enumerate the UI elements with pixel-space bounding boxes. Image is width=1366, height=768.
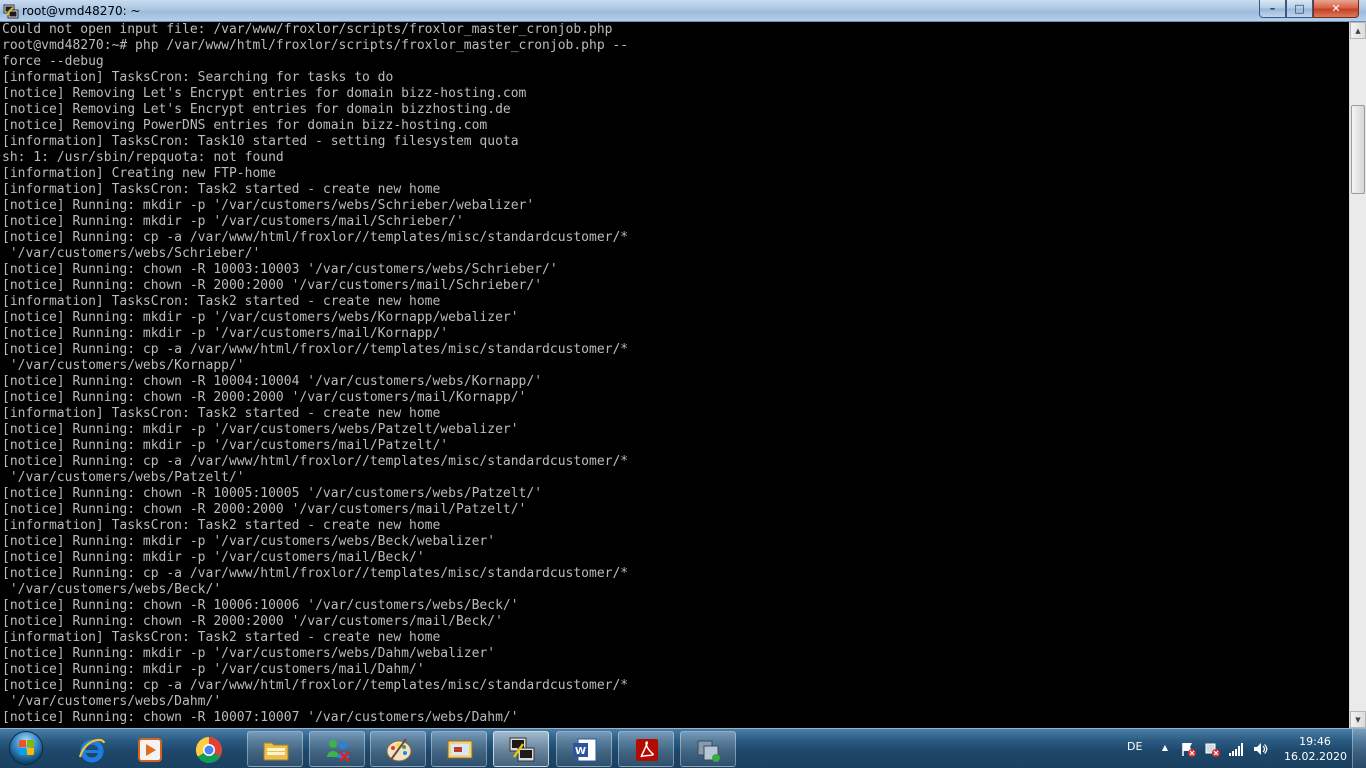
taskbar-chrome[interactable] [180, 731, 236, 767]
close-button[interactable]: ✕ [1313, 0, 1359, 18]
presentation-icon [447, 740, 473, 759]
taskbar-word[interactable]: W [556, 731, 612, 767]
terminal-line: [notice] Removing PowerDNS entries for d… [2, 118, 488, 133]
taskbar-putty[interactable] [493, 731, 549, 767]
terminal-line: [notice] Running: chown -R 10005:10005 '… [2, 486, 543, 501]
terminal-line: [notice] Removing Let's Encrypt entries … [2, 86, 527, 101]
chrome-icon [195, 736, 223, 764]
terminal-line: [notice] Running: chown -R 2000:2000 '/v… [2, 278, 543, 293]
terminal-line: [information] TasksCron: Task2 started -… [2, 518, 441, 533]
terminal-line: [notice] Running: chown -R 10006:10006 '… [2, 598, 519, 613]
terminal-line: [notice] Running: mkdir -p '/var/custome… [2, 438, 449, 453]
taskbar: W DE ▲ 19:46 16.02.2020 [0, 728, 1366, 768]
terminal-line: '/var/customers/webs/Schrieber/' [2, 246, 261, 261]
putty-icon [509, 737, 535, 762]
terminal-line: [information] Creating new FTP-home [2, 166, 276, 181]
terminal-line: [notice] Running: chown -R 10003:10003 '… [2, 262, 558, 277]
svg-text:W: W [575, 746, 586, 757]
terminal-line: force --debug [2, 54, 104, 69]
terminal-line: [notice] Running: mkdir -p '/var/custome… [2, 198, 535, 213]
terminal-line: root@vmd48270:~# php /var/www/html/froxl… [2, 38, 629, 53]
folder-icon [263, 742, 289, 761]
acrobat-icon [636, 739, 658, 761]
paint-palette-icon [386, 738, 412, 762]
window-title: root@vmd48270: ~ [22, 4, 141, 18]
terminal-window: root@vmd48270: ~ – □ ✕ Could not open in… [0, 0, 1366, 728]
terminal-line: sh: 1: /usr/sbin/repquota: not found [2, 150, 284, 165]
remote-app-icon [697, 740, 720, 762]
maximize-button[interactable]: □ [1286, 0, 1313, 18]
terminal-line: [information] TasksCron: Task2 started -… [2, 182, 441, 197]
terminal-line: [notice] Removing Let's Encrypt entries … [2, 102, 511, 117]
taskbar-paint[interactable] [370, 731, 426, 767]
terminal-line: [information] TasksCron: Task2 started -… [2, 406, 441, 421]
terminal-line: [notice] Running: cp -a /var/www/html/fr… [2, 678, 629, 693]
terminal-line: [notice] Running: cp -a /var/www/html/fr… [2, 566, 629, 581]
terminal-line: [information] TasksCron: Searching for t… [2, 70, 394, 85]
windows-logo-icon [9, 731, 43, 765]
terminal-line: [notice] Running: mkdir -p '/var/custome… [2, 422, 519, 437]
network-people-icon [327, 740, 350, 762]
action-center-flag-icon[interactable] [1180, 741, 1196, 757]
language-indicator[interactable]: DE [1127, 740, 1142, 753]
taskbar-internet-explorer[interactable] [63, 731, 119, 767]
terminal-line: '/var/customers/webs/Beck/' [2, 582, 222, 597]
terminal-line: [notice] Running: mkdir -p '/var/custome… [2, 534, 496, 549]
taskbar-acrobat[interactable] [618, 731, 674, 767]
show-desktop-button[interactable] [1352, 729, 1366, 768]
ie-icon [78, 738, 106, 763]
terminal-line: [notice] Running: cp -a /var/www/html/fr… [2, 230, 629, 245]
terminal-line: [information] TasksCron: Task2 started -… [2, 294, 441, 309]
start-button[interactable] [5, 730, 49, 768]
terminal-line: [notice] Running: mkdir -p '/var/custome… [2, 550, 425, 565]
media-player-icon [138, 738, 162, 762]
taskbar-presentation-app[interactable] [431, 731, 487, 767]
network-alert-icon[interactable] [1204, 741, 1220, 757]
title-bar[interactable]: root@vmd48270: ~ – □ ✕ [0, 0, 1366, 22]
terminal-line: [notice] Running: mkdir -p '/var/custome… [2, 310, 519, 325]
scroll-down-arrow-icon[interactable]: ▼ [1350, 711, 1366, 728]
terminal-line: '/var/customers/webs/Dahm/' [2, 694, 222, 709]
system-tray: DE ▲ 19:46 16.02.2020 [1120, 729, 1366, 768]
terminal-line: [information] TasksCron: Task2 started -… [2, 630, 441, 645]
terminal-line: [notice] Running: mkdir -p '/var/custome… [2, 214, 464, 229]
terminal-line: [notice] Running: chown -R 2000:2000 '/v… [2, 390, 527, 405]
minimize-button[interactable]: – [1259, 0, 1286, 18]
terminal-line: [notice] Running: chown -R 2000:2000 '/v… [2, 614, 503, 629]
terminal-line: [notice] Running: mkdir -p '/var/custome… [2, 326, 449, 341]
terminal-lines: Could not open input file: /var/www/frox… [0, 22, 1349, 726]
terminal-line: [notice] Running: chown -R 10004:10004 '… [2, 374, 543, 389]
taskbar-remote-app[interactable] [680, 731, 736, 767]
vertical-scrollbar[interactable]: ▲ ▼ [1349, 22, 1366, 728]
terminal-line: '/var/customers/webs/Kornapp/' [2, 358, 245, 373]
scroll-up-arrow-icon[interactable]: ▲ [1350, 22, 1366, 39]
word-icon: W [573, 738, 597, 762]
terminal-line: [notice] Running: cp -a /var/www/html/fr… [2, 454, 629, 469]
putty-icon [3, 4, 19, 19]
terminal-output[interactable]: Could not open input file: /var/www/frox… [0, 22, 1349, 728]
show-hidden-icons-icon[interactable]: ▲ [1157, 740, 1173, 756]
volume-icon[interactable] [1252, 741, 1268, 757]
terminal-line: [notice] Running: chown -R 2000:2000 '/v… [2, 502, 527, 517]
window-controls: – □ ✕ [1259, 0, 1359, 18]
clock[interactable]: 19:46 16.02.2020 [1284, 734, 1347, 764]
terminal-line: [notice] Running: mkdir -p '/var/custome… [2, 662, 425, 677]
terminal-line: [notice] Running: cp -a /var/www/html/fr… [2, 342, 629, 357]
taskbar-network-app[interactable] [309, 731, 365, 767]
taskbar-file-explorer[interactable] [247, 731, 303, 767]
clock-date: 16.02.2020 [1284, 750, 1347, 763]
terminal-line: Could not open input file: /var/www/frox… [2, 22, 613, 37]
terminal-line: '/var/customers/webs/Patzelt/' [2, 470, 245, 485]
terminal-line: [notice] Running: mkdir -p '/var/custome… [2, 646, 496, 661]
terminal-line: [information] TasksCron: Task10 started … [2, 134, 519, 149]
signal-strength-icon[interactable] [1228, 741, 1244, 757]
clock-time: 19:46 [1299, 735, 1331, 748]
terminal-line: [notice] Running: chown -R 10007:10007 '… [2, 710, 519, 725]
scrollbar-thumb[interactable] [1351, 105, 1365, 194]
taskbar-media-player[interactable] [121, 731, 177, 767]
